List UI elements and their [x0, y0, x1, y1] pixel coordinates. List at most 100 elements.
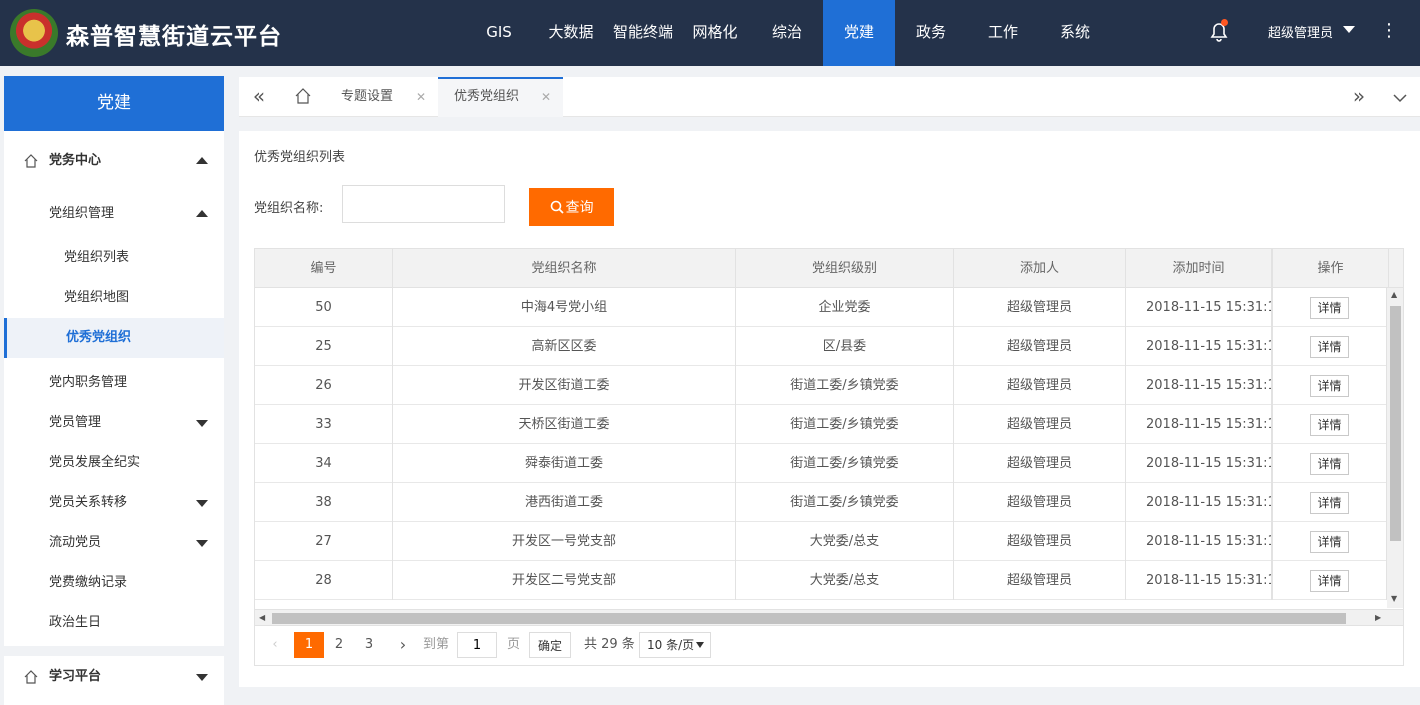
cell-name: 开发区街道工委: [393, 366, 736, 405]
scroll-down-icon[interactable]: ▼: [1391, 594, 1397, 603]
double-chevron-right-icon[interactable]: »: [1339, 77, 1379, 117]
nav-system[interactable]: 系统: [1039, 0, 1111, 66]
nav-grid[interactable]: 网格化: [679, 0, 751, 66]
cell-added-time: 2018-11-15 15:31:1: [1126, 561, 1272, 600]
sidebar-item-floating-members[interactable]: 流动党员: [4, 523, 224, 563]
cell-added-time: 2018-11-15 15:31:1: [1126, 522, 1272, 561]
cell-actions: 详情: [1272, 405, 1387, 444]
next-page-icon[interactable]: ›: [395, 632, 411, 658]
vertical-scrollbar[interactable]: ▲ ▼: [1387, 288, 1403, 608]
scrollbar-thumb[interactable]: [1390, 306, 1401, 541]
cell-level: 街道工委/乡镇党委: [736, 444, 954, 483]
search-icon: [550, 200, 564, 216]
close-icon[interactable]: ✕: [541, 79, 551, 115]
page-size-select[interactable]: 10 条/页: [639, 632, 711, 658]
detail-button[interactable]: 详情: [1310, 413, 1349, 436]
home-icon: [24, 141, 38, 184]
page-3[interactable]: 3: [361, 632, 377, 658]
org-name-input[interactable]: [342, 185, 505, 223]
sidebar-item-learning-platform[interactable]: 学习平台: [4, 657, 224, 697]
scroll-left-icon[interactable]: ◀: [259, 613, 265, 622]
table-row: 26 开发区街道工委 街道工委/乡镇党委 超级管理员 2018-11-15 15:31:…: [255, 366, 1403, 405]
cell-added-by: 超级管理员: [954, 366, 1126, 405]
sidebar-item-dues-records[interactable]: 党费缴纳记录: [4, 563, 224, 603]
cell-added-time: 2018-11-15 15:31:1: [1126, 444, 1272, 483]
cell-added-time: 2018-11-15 15:31:1: [1126, 366, 1272, 405]
nav-big-data[interactable]: 大数据: [535, 0, 607, 66]
tab-topic-settings[interactable]: 专题设置 ✕: [325, 77, 438, 117]
detail-button[interactable]: 详情: [1310, 374, 1349, 397]
tab-excellent-org[interactable]: 优秀党组织 ✕: [438, 77, 563, 117]
cell-level: 街道工委/乡镇党委: [736, 483, 954, 522]
sidebar-item-relation-transfer[interactable]: 党员关系转移: [4, 483, 224, 523]
nav-gis[interactable]: GIS: [463, 0, 535, 66]
more-vertical-icon[interactable]: ⋮: [1380, 20, 1398, 41]
home-tab-icon[interactable]: [283, 77, 323, 117]
goto-page-input[interactable]: [457, 632, 497, 658]
search-button[interactable]: 查询: [529, 188, 614, 226]
scroll-right-icon[interactable]: ▶: [1375, 613, 1381, 622]
horizontal-scrollbar[interactable]: ◀ ▶: [255, 609, 1403, 625]
caret-up-icon: [196, 210, 208, 217]
sidebar-item-party-posts[interactable]: 党内职务管理: [4, 363, 224, 403]
detail-button[interactable]: 详情: [1310, 491, 1349, 514]
nav-comprehensive[interactable]: 综治: [751, 0, 823, 66]
cell-added-time: 2018-11-15 15:31:1: [1126, 405, 1272, 444]
close-icon[interactable]: ✕: [416, 77, 426, 117]
double-chevron-left-icon[interactable]: «: [239, 77, 279, 117]
cell-name: 港西街道工委: [393, 483, 736, 522]
sidebar-item-excellent-org[interactable]: 优秀党组织: [4, 318, 224, 358]
cell-name: 高新区区委: [393, 327, 736, 366]
sidebar-item-political-birthday[interactable]: 政治生日: [4, 603, 224, 643]
cell-id: 28: [255, 561, 393, 600]
detail-button[interactable]: 详情: [1310, 296, 1349, 319]
sidebar-item-org-management[interactable]: 党组织管理: [4, 194, 224, 234]
sidebar-item-member-development[interactable]: 党员发展全纪实: [4, 443, 224, 483]
chevron-down-icon[interactable]: [1380, 77, 1420, 117]
cell-id: 50: [255, 288, 393, 327]
home-icon: [24, 657, 38, 700]
caret-down-icon: [196, 500, 208, 507]
main-card: 优秀党组织列表 党组织名称: 查询 编号 党组织名称 党组织级别 添加人 添加时…: [239, 131, 1420, 687]
sidebar-item-org-map[interactable]: 党组织地图: [4, 278, 224, 318]
sidebar-item-member-management[interactable]: 党员管理: [4, 403, 224, 443]
col-header-actions: 操作: [1272, 249, 1389, 288]
page-unit: 页: [507, 637, 521, 652]
nav-smart-terminal[interactable]: 智能终端: [607, 0, 679, 66]
search-label: 党组织名称:: [254, 201, 324, 216]
org-table: 编号 党组织名称 党组织级别 添加人 添加时间 操作 50 中海4号党小组 企业党委…: [254, 248, 1404, 626]
app-title: 森普智慧街道云平台: [66, 24, 282, 50]
scrollbar-thumb[interactable]: [272, 613, 1346, 624]
caret-down-icon: [196, 540, 208, 547]
cell-added-time: 2018-11-15 15:31:1: [1126, 288, 1272, 327]
col-header-name: 党组织名称: [393, 249, 736, 288]
notification-dot: [1221, 19, 1228, 26]
page-2[interactable]: 2: [331, 632, 347, 658]
detail-button[interactable]: 详情: [1310, 452, 1349, 475]
detail-button[interactable]: 详情: [1310, 569, 1349, 592]
cell-added-time: 2018-11-15 15:31:1: [1126, 327, 1272, 366]
caret-down-icon[interactable]: [1343, 26, 1355, 33]
detail-button[interactable]: 详情: [1310, 530, 1349, 553]
cell-name: 开发区一号党支部: [393, 522, 736, 561]
user-menu[interactable]: 超级管理员: [1268, 22, 1333, 41]
nav-party-building[interactable]: 党建: [823, 0, 895, 66]
col-header-added-time: 添加时间: [1126, 249, 1272, 288]
goto-confirm-button[interactable]: 确定: [529, 632, 572, 658]
prev-page-icon[interactable]: ‹: [267, 632, 283, 658]
nav-work[interactable]: 工作: [967, 0, 1039, 66]
cell-added-by: 超级管理员: [954, 444, 1126, 483]
cell-name: 舜泰街道工委: [393, 444, 736, 483]
scroll-up-icon[interactable]: ▲: [1391, 290, 1397, 299]
sidebar-item-party-affairs-center[interactable]: 党务中心: [4, 141, 224, 181]
detail-button[interactable]: 详情: [1310, 335, 1349, 358]
nav-government[interactable]: 政务: [895, 0, 967, 66]
cell-actions: 详情: [1272, 288, 1387, 327]
tabs-bar: « 专题设置 ✕ 优秀党组织 ✕ »: [239, 77, 1420, 117]
sidebar-item-org-list[interactable]: 党组织列表: [4, 238, 224, 278]
caret-down-icon: [196, 420, 208, 427]
table-row: 50 中海4号党小组 企业党委 超级管理员 2018-11-15 15:31:1 详情: [255, 288, 1403, 327]
bell-icon[interactable]: [1210, 22, 1230, 44]
cell-id: 33: [255, 405, 393, 444]
page-1[interactable]: 1: [294, 632, 324, 658]
